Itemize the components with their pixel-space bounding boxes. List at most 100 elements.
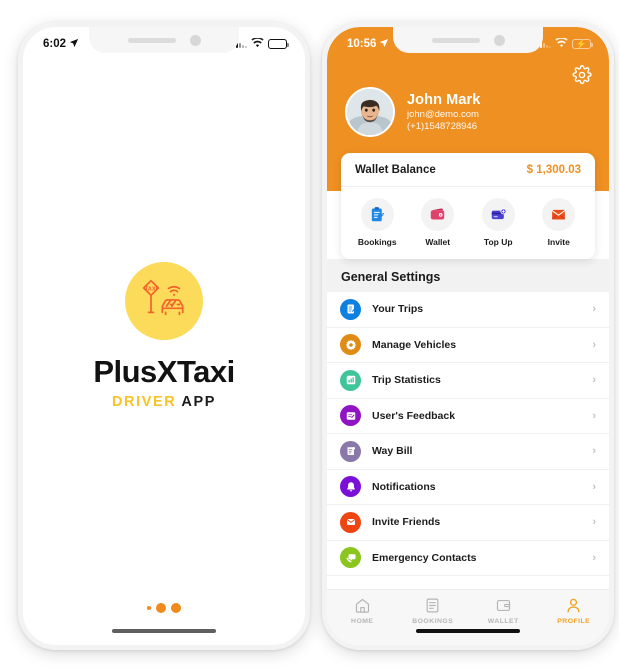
settings-item-manage-vehicles[interactable]: Manage Vehicles ›: [327, 327, 609, 363]
splash-screen: TAXI PlusXTaxi DRIVER APP: [23, 27, 305, 645]
settings-item-label: Your Trips: [372, 303, 424, 316]
settings-item-label: Way Bill: [372, 445, 413, 458]
wallet-icon: [496, 599, 510, 612]
phone-chat-icon: [340, 547, 361, 569]
settings-list[interactable]: Your Trips › Manage Vehicles › Trip Stat…: [327, 292, 609, 589]
battery-charging-icon: ⚡: [572, 38, 594, 49]
wallet-icon: [421, 198, 455, 231]
profile-name: John Mark: [407, 91, 481, 108]
phone-notch-left: [89, 27, 239, 53]
tab-label: HOME: [351, 618, 374, 625]
bar-chart-icon: [340, 369, 361, 391]
tab-label: PROFILE: [557, 618, 591, 625]
page-indicator[interactable]: [23, 603, 305, 613]
settings-item-label: Notifications: [372, 480, 436, 493]
settings-item-way-bill[interactable]: Way Bill ›: [327, 434, 609, 470]
tab-wallet[interactable]: WALLET: [468, 597, 539, 625]
envelope-icon: [542, 198, 576, 231]
chevron-right-icon: ›: [592, 374, 596, 387]
settings-item-label: Invite Friends: [372, 516, 441, 529]
app-subtitle-app: APP: [181, 394, 217, 410]
settings-item-users-feedback[interactable]: User's Feedback ›: [327, 398, 609, 434]
lightning-bolt-icon: ⚡: [575, 38, 588, 49]
settings-item-label: Trip Statistics: [372, 374, 441, 387]
settings-item-label: Emergency Contacts: [372, 551, 477, 564]
tab-label: WALLET: [487, 618, 519, 625]
page-dot-1[interactable]: [147, 606, 151, 610]
chevron-right-icon: ›: [592, 516, 596, 529]
location-arrow-icon: [69, 38, 79, 51]
battery-icon: [268, 39, 290, 49]
section-title-general-settings: General Settings: [327, 259, 609, 292]
wallet-balance-card: Wallet Balance $ 1,300.03 Bookings Walle…: [341, 153, 595, 259]
profile-screen: 10:56 ⚡ John Mark john@demo.com (+1)1548…: [327, 27, 609, 645]
gear-vehicle-icon: [340, 334, 361, 356]
tab-bookings[interactable]: BOOKINGS: [398, 597, 469, 625]
quick-action-label: Wallet: [425, 237, 451, 247]
profile-text-block: John Mark john@demo.com (+1)1548728946: [407, 91, 480, 134]
wifi-icon: [555, 36, 568, 51]
settings-item-your-trips[interactable]: Your Trips ›: [327, 292, 609, 328]
person-icon: [567, 598, 580, 613]
gear-icon[interactable]: [572, 65, 592, 85]
settings-item-invite-friends[interactable]: Invite Friends ›: [327, 505, 609, 541]
front-camera-icon: [189, 34, 201, 46]
chevron-right-icon: ›: [592, 551, 596, 564]
quick-action-bookings[interactable]: Bookings: [347, 198, 408, 247]
chevron-right-icon: ›: [592, 445, 596, 458]
page-dot-2[interactable]: [156, 603, 166, 613]
card-plus-icon: [481, 198, 515, 231]
settings-item-notifications[interactable]: Notifications ›: [327, 469, 609, 505]
quick-action-label: Invite: [547, 237, 570, 247]
trip-note-icon: [340, 298, 361, 320]
status-time: 6:02: [43, 38, 67, 50]
wallet-balance-amount: $ 1,300.03: [526, 164, 581, 176]
profile-summary: John Mark john@demo.com (+1)1548728946: [327, 57, 609, 137]
svg-text:TAXI: TAXI: [145, 287, 158, 293]
quick-action-label: Top Up: [483, 237, 513, 247]
chevron-right-icon: ›: [592, 409, 596, 422]
wifi-icon: [251, 36, 264, 51]
user-photo-avatar: [347, 89, 393, 135]
page-dot-3[interactable]: [171, 603, 181, 613]
location-arrow-icon: [379, 38, 389, 51]
feedback-note-icon: [340, 405, 361, 427]
chevron-right-icon: ›: [592, 303, 596, 316]
chevron-right-icon: ›: [592, 480, 596, 493]
avatar[interactable]: [345, 87, 395, 137]
app-title: PlusXTaxi: [93, 354, 235, 389]
phone-left-splash: 6:02 TAXI PlusXTaxi DRIVER APP: [18, 22, 310, 650]
quick-action-topup[interactable]: Top Up: [468, 198, 529, 247]
bottom-tab-bar: HOME BOOKINGS WALLET PROFILE: [327, 589, 609, 645]
clipboard-checklist-icon: [360, 198, 394, 231]
status-time: 10:56: [347, 38, 377, 50]
home-icon: [355, 598, 369, 613]
settings-item-emergency-contacts[interactable]: Emergency Contacts ›: [327, 540, 609, 576]
mail-invite-icon: [340, 511, 361, 533]
speaker-grille-icon: [127, 37, 176, 43]
tab-home[interactable]: HOME: [327, 597, 398, 625]
quick-action-wallet[interactable]: Wallet: [408, 198, 469, 247]
front-camera-icon: [493, 34, 505, 46]
profile-email: john@demo.com: [407, 109, 479, 121]
quick-action-invite[interactable]: Invite: [529, 198, 590, 247]
wallet-balance-label: Wallet Balance: [355, 164, 436, 176]
chevron-right-icon: ›: [592, 338, 596, 351]
app-subtitle-driver: DRIVER: [111, 394, 177, 410]
tab-label: BOOKINGS: [412, 618, 454, 625]
wallet-balance-row: Wallet Balance $ 1,300.03: [341, 153, 595, 187]
settings-item-trip-statistics[interactable]: Trip Statistics ›: [327, 363, 609, 399]
speaker-grille-icon: [431, 37, 480, 43]
settings-item-label: Manage Vehicles: [372, 338, 457, 351]
quick-action-label: Bookings: [357, 237, 397, 247]
bell-icon: [340, 476, 361, 498]
list-icon: [426, 598, 439, 613]
tab-profile[interactable]: PROFILE: [539, 597, 610, 625]
dual-phone-mockup: 6:02 TAXI PlusXTaxi DRIVER APP 10:56 ⚡ J…: [0, 0, 619, 672]
app-subtitle: DRIVER APP: [112, 394, 216, 410]
taxi-sign-wifi-car-logo-icon: TAXI: [125, 262, 203, 340]
phone-right-profile: 10:56 ⚡ John Mark john@demo.com (+1)1548…: [322, 22, 614, 650]
profile-phone: (+1)1548728946: [407, 121, 477, 133]
home-indicator-bar: [112, 629, 216, 633]
settings-item-label: User's Feedback: [372, 409, 456, 422]
